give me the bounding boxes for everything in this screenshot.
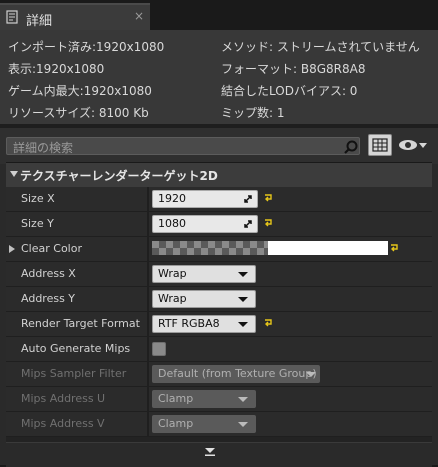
close-icon[interactable]: ×: [134, 9, 144, 23]
mips-u-label: Mips Address U: [21, 392, 106, 405]
search-input[interactable]: 詳細の検索: [6, 137, 360, 155]
dropdown-arrow-icon: [238, 322, 248, 327]
resize-icon: [244, 220, 252, 228]
color-preview: [268, 241, 388, 255]
info-method: メソッド: ストリームされていません: [221, 40, 420, 54]
tab-label: 詳細: [26, 14, 53, 29]
dropdown-arrow-icon: [306, 372, 316, 377]
expand-advanced-icon[interactable]: [205, 447, 215, 457]
size-y-value: 1080: [158, 217, 186, 230]
auto-mips-label: Auto Generate Mips: [21, 342, 131, 355]
property-matrix-button[interactable]: [368, 134, 392, 156]
dropdown-arrow-icon: [238, 422, 248, 427]
reset-to-default-icon[interactable]: [264, 218, 273, 227]
property-list: テクスチャーレンダーターゲット2D Size X 1920 Size Y 108…: [6, 162, 432, 467]
row-render-target-format: Render Target Format RTF RGBA8: [6, 312, 432, 337]
reset-to-default-icon[interactable]: [264, 318, 273, 327]
column-splitter[interactable]: [147, 387, 149, 411]
info-lod-bias: 結合したLODバイアス: 0: [221, 84, 358, 98]
row-mips-address-v: Mips Address V Clamp: [6, 412, 432, 437]
row-size-y: Size Y 1080: [6, 212, 432, 237]
reset-to-default-icon[interactable]: [390, 243, 399, 252]
reset-to-default-icon[interactable]: [264, 193, 273, 202]
category-header[interactable]: テクスチャーレンダーターゲット2D: [6, 163, 432, 187]
column-splitter[interactable]: [147, 287, 149, 311]
row-size-x: Size X 1920: [6, 187, 432, 212]
view-options-icon[interactable]: [398, 136, 428, 154]
mips-filter-label: Mips Sampler Filter: [21, 367, 127, 380]
mips-u-value: Clamp: [158, 392, 194, 405]
address-x-dropdown[interactable]: Wrap: [152, 265, 256, 283]
info-format: フォーマット: B8G8R8A8: [221, 62, 366, 76]
tab-details[interactable]: 詳細 ×: [0, 3, 150, 30]
tab-bar: 詳細 ×: [0, 0, 438, 30]
dropdown-arrow-icon: [238, 297, 248, 302]
mips-v-dropdown: Clamp: [152, 415, 256, 433]
auto-mips-checkbox[interactable]: [152, 342, 166, 356]
rt-format-dropdown[interactable]: RTF RGBA8: [152, 315, 256, 333]
clear-color-label: Clear Color: [21, 242, 82, 255]
info-mip-count: ミップ数: 1: [221, 106, 285, 120]
advanced-expander[interactable]: [6, 442, 432, 467]
resize-icon: [244, 195, 252, 203]
column-splitter[interactable]: [147, 262, 149, 286]
row-address-x: Address X Wrap: [6, 262, 432, 287]
details-icon: [6, 10, 18, 24]
column-splitter[interactable]: [147, 412, 149, 436]
size-x-label: Size X: [21, 192, 55, 205]
dropdown-arrow-icon: [238, 397, 248, 402]
dropdown-arrow-icon: [238, 272, 248, 277]
details-panel: インポート済み:1920x1080 表示:1920x1080 ゲーム内最大:19…: [0, 30, 438, 467]
info-resource-size: リソースサイズ: 8100 Kb: [8, 106, 149, 120]
column-splitter[interactable]: [147, 187, 149, 211]
column-splitter[interactable]: [147, 212, 149, 236]
column-splitter[interactable]: [147, 237, 149, 261]
info-game-max: ゲーム内最大:1920x1080: [8, 84, 152, 98]
size-x-value: 1920: [158, 192, 186, 205]
expand-arrow-icon[interactable]: [9, 245, 15, 253]
search-icon[interactable]: [343, 139, 359, 155]
search-row: 詳細の検索: [0, 128, 438, 164]
row-mips-address-u: Mips Address U Clamp: [6, 387, 432, 412]
address-x-value: Wrap: [158, 267, 187, 280]
size-y-label: Size Y: [21, 217, 54, 230]
mips-filter-value: Default (from Texture Group): [158, 367, 317, 380]
mips-u-dropdown: Clamp: [152, 390, 256, 408]
row-clear-color: Clear Color: [6, 237, 432, 262]
grid-icon: [372, 138, 388, 152]
address-x-label: Address X: [21, 267, 76, 280]
size-y-input[interactable]: 1080: [152, 215, 258, 233]
column-splitter[interactable]: [147, 362, 149, 386]
row-auto-generate-mips: Auto Generate Mips: [6, 337, 432, 362]
alpha-checker: [152, 241, 268, 255]
address-y-value: Wrap: [158, 292, 187, 305]
address-y-dropdown[interactable]: Wrap: [152, 290, 256, 308]
size-x-input[interactable]: 1920: [152, 190, 258, 208]
texture-info: インポート済み:1920x1080 表示:1920x1080 ゲーム内最大:19…: [0, 30, 438, 124]
rt-format-value: RTF RGBA8: [158, 317, 220, 330]
info-display: 表示:1920x1080: [8, 62, 105, 76]
search-placeholder: 詳細の検索: [13, 141, 74, 155]
clear-color-swatch[interactable]: [152, 241, 388, 255]
category-label: テクスチャーレンダーターゲット2D: [20, 169, 218, 183]
rt-format-label: Render Target Format: [21, 317, 140, 330]
mips-v-label: Mips Address V: [21, 417, 105, 430]
column-splitter[interactable]: [147, 337, 149, 361]
row-mips-sampler-filter: Mips Sampler Filter Default (from Textur…: [6, 362, 432, 387]
row-address-y: Address Y Wrap: [6, 287, 432, 312]
address-y-label: Address Y: [21, 292, 76, 305]
mips-filter-dropdown: Default (from Texture Group): [152, 365, 320, 383]
column-splitter[interactable]: [147, 312, 149, 336]
info-import: インポート済み:1920x1080: [8, 40, 165, 54]
mips-v-value: Clamp: [158, 417, 194, 430]
collapse-arrow-icon[interactable]: [10, 171, 18, 177]
